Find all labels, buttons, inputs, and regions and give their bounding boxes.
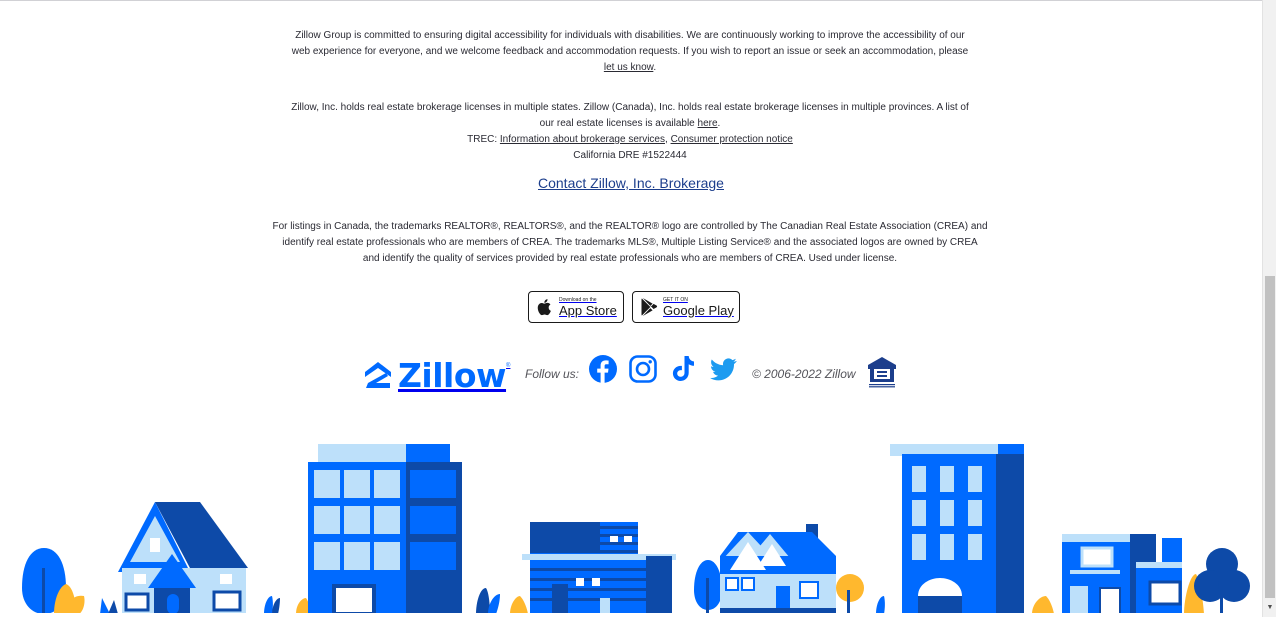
center-house: [720, 524, 836, 614]
left-tree: [22, 548, 85, 614]
footer-bottom-edge: [0, 613, 1262, 617]
accessibility-line-2: web experience for everyone, and we welc…: [291, 46, 969, 57]
twitter-link[interactable]: [708, 354, 738, 384]
app-store-text: Download on the App Store: [559, 296, 617, 318]
right-small-building: [1062, 534, 1182, 614]
brand-row: Zillow ® Follow us: © 2006-2022 Zillow: [0, 352, 1262, 396]
app-store-small-label: Download on the: [559, 296, 597, 303]
app-store-label: App Store: [559, 302, 617, 318]
office-building-left: [308, 444, 462, 614]
licensing-line-2: our real estate licenses is available he…: [260, 116, 1000, 132]
office-building-right: [890, 444, 1024, 614]
tiktok-icon: [672, 356, 694, 381]
page-scrollbar[interactable]: ▼: [1262, 0, 1276, 617]
facebook-icon: [589, 355, 617, 383]
facebook-link[interactable]: [588, 354, 618, 384]
google-play-icon: [641, 298, 658, 316]
scrollbar-thumb[interactable]: [1265, 276, 1275, 598]
striped-building: [522, 522, 676, 614]
canada-line-3: and identify the quality of services pro…: [362, 253, 898, 264]
canada-line-1: For listings in Canada, the trademarks R…: [272, 221, 988, 232]
instagram-link[interactable]: [628, 354, 658, 384]
app-store-button[interactable]: Download on the App Store: [528, 291, 624, 323]
canada-trademark-statement: For listings in Canada, the trademarks R…: [260, 219, 1000, 267]
consumer-protection-link[interactable]: Consumer protection notice: [671, 134, 793, 145]
licensing-line-2-prefix: our real estate licenses is available: [539, 118, 698, 129]
left-house: [100, 502, 248, 614]
canada-line-2: identify real estate professionals who a…: [282, 237, 978, 248]
licenses-here-link[interactable]: here: [698, 118, 718, 129]
trec-prefix: TREC:: [467, 134, 500, 145]
top-divider: [0, 0, 1262, 1]
scroll-down-arrow-icon[interactable]: ▼: [1263, 601, 1276, 615]
licensing-line-1: Zillow, Inc. holds real estate brokerage…: [291, 102, 969, 113]
copyright-text: © 2006-2022 Zillow: [752, 367, 856, 381]
contact-brokerage-link[interactable]: Contact Zillow, Inc. Brokerage: [538, 175, 724, 191]
google-play-text: GET IT ON Google Play: [663, 296, 734, 318]
google-play-label: Google Play: [663, 302, 734, 318]
zillow-house-icon: [365, 362, 391, 388]
equal-housing-link[interactable]: [866, 355, 898, 389]
california-dre: California DRE #1522444: [573, 150, 687, 161]
trec-line: TREC: Information about brokerage servic…: [260, 132, 1000, 148]
accessibility-line-3: let us know.: [260, 60, 1000, 76]
instagram-icon: [629, 355, 657, 383]
twitter-icon: [710, 358, 737, 381]
zillow-logo-registered: ®: [506, 363, 511, 369]
google-play-small-label: GET IT ON: [663, 296, 688, 303]
zillow-logo[interactable]: Zillow ®: [362, 355, 511, 395]
accessibility-statement: Zillow Group is committed to ensuring di…: [260, 28, 1000, 76]
contact-brokerage: Contact Zillow, Inc. Brokerage: [0, 175, 1262, 191]
brokerage-services-link[interactable]: Information about brokerage services: [500, 134, 665, 145]
accessibility-suffix: .: [653, 62, 657, 73]
equal-housing-icon: [868, 357, 896, 388]
tiktok-link[interactable]: [668, 354, 698, 384]
apple-icon: [537, 299, 551, 316]
city-skyline-illustration: [22, 444, 1250, 614]
let-us-know-link[interactable]: let us know: [604, 62, 653, 73]
licensing-statement: Zillow, Inc. holds real estate brokerage…: [260, 100, 1000, 164]
licensing-line-2-suffix: .: [717, 118, 721, 129]
follow-us-label: Follow us:: [525, 367, 580, 381]
accessibility-line-1: Zillow Group is committed to ensuring di…: [295, 30, 965, 41]
google-play-button[interactable]: GET IT ON Google Play: [632, 291, 740, 323]
zillow-logo-text: Zillow: [398, 355, 507, 395]
